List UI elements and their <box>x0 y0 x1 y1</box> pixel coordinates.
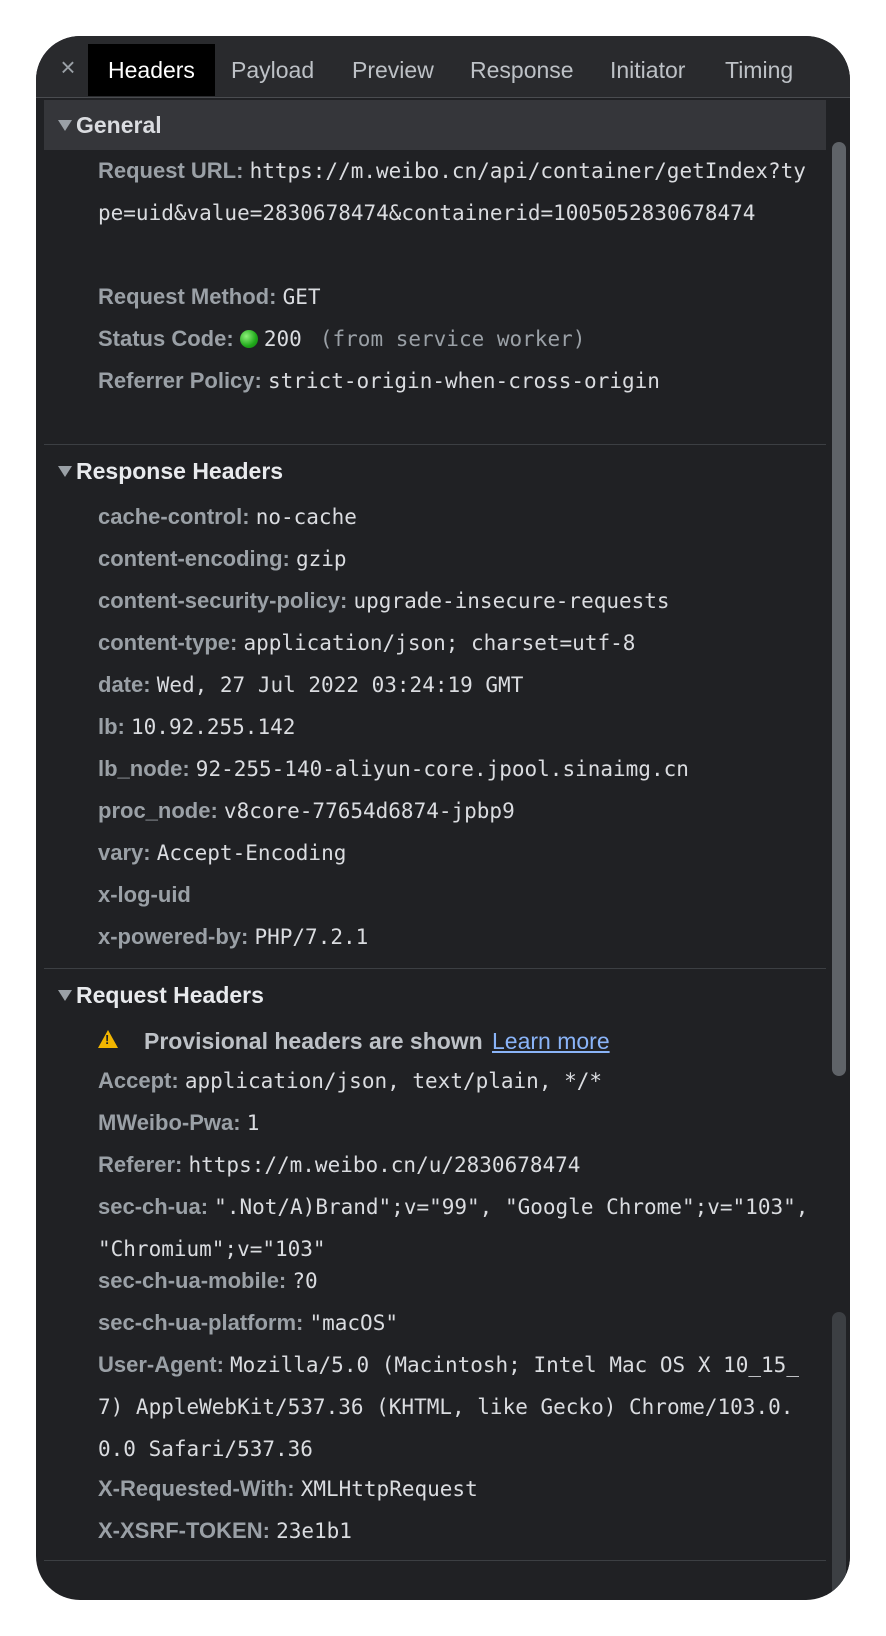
header-value: "macOS" <box>309 1311 398 1335</box>
section-response-headers-header[interactable]: Response Headers <box>44 446 826 496</box>
headers-content: General Request URL: https://m.weibo.cn/… <box>44 98 826 1600</box>
header-name: X-XSRF-TOKEN: <box>98 1518 270 1543</box>
header-name: Request URL: <box>98 158 244 183</box>
header-name: cache-control: <box>98 504 250 529</box>
tab-payload[interactable]: Payload <box>231 44 314 96</box>
header-name: sec-ch-ua-mobile: <box>98 1268 287 1293</box>
referrer-policy-row: Referrer Policy: strict-origin-when-cros… <box>98 360 818 402</box>
section-divider <box>44 968 826 969</box>
header-name: content-type: <box>98 630 238 655</box>
header-name: Status Code: <box>98 326 234 351</box>
collapse-triangle-icon <box>58 120 72 131</box>
tab-initiator[interactable]: Initiator <box>610 44 685 96</box>
status-code-row: Status Code: 200 (from service worker) <box>98 318 818 360</box>
response-header-row: content-security-policy: upgrade-insecur… <box>98 580 818 622</box>
header-value: XMLHttpRequest <box>300 1477 478 1501</box>
status-code-value: 200 <box>263 327 302 351</box>
header-value: https://m.weibo.cn/u/2830678474 <box>188 1153 581 1177</box>
header-value: 23e1b1 <box>276 1519 352 1543</box>
status-code-note: (from service worker) <box>319 327 586 351</box>
response-header-row: content-type: application/json; charset=… <box>98 622 818 664</box>
header-value: application/json, text/plain, */* <box>184 1069 603 1093</box>
section-title: Response Headers <box>76 458 284 484</box>
section-divider <box>44 1560 826 1561</box>
header-value: v8core-77654d6874-jpbp9 <box>223 799 515 823</box>
request-method-row: Request Method: GET <box>98 276 818 318</box>
close-icon[interactable]: × <box>54 50 82 84</box>
response-header-row: lb_node: 92-255-140-aliyun-core.jpool.si… <box>98 748 818 790</box>
response-header-row: date: Wed, 27 Jul 2022 03:24:19 GMT <box>98 664 818 706</box>
scrollbar-thumb-lower[interactable] <box>832 1312 846 1600</box>
request-header-row: sec-ch-ua: ".Not/A)Brand";v="99", "Googl… <box>98 1186 818 1270</box>
header-name: sec-ch-ua-platform: <box>98 1310 304 1335</box>
request-header-row: X-Requested-With: XMLHttpRequest <box>98 1468 818 1510</box>
header-value: PHP/7.2.1 <box>254 925 369 949</box>
response-header-row: vary: Accept-Encoding <box>98 832 818 874</box>
header-name: x-powered-by: <box>98 924 249 949</box>
header-value: gzip <box>296 547 347 571</box>
header-value: application/json; charset=utf-8 <box>243 631 636 655</box>
header-name: proc_node: <box>98 798 218 823</box>
header-name: content-security-policy: <box>98 588 348 613</box>
header-name: x-log-uid <box>98 882 191 907</box>
learn-more-link[interactable]: Learn more <box>492 1020 610 1062</box>
scrollbar-thumb[interactable] <box>832 142 846 1076</box>
request-header-row: X-XSRF-TOKEN: 23e1b1 <box>98 1510 818 1552</box>
header-value: GET <box>282 285 321 309</box>
header-name: Accept: <box>98 1068 179 1093</box>
response-header-row: proc_node: v8core-77654d6874-jpbp9 <box>98 790 818 832</box>
header-name: Referrer Policy: <box>98 368 262 393</box>
header-value: upgrade-insecure-requests <box>353 589 670 613</box>
section-divider <box>44 444 826 445</box>
response-header-row: x-log-uid <box>98 874 818 916</box>
header-value: 1 <box>246 1111 260 1135</box>
tab-preview[interactable]: Preview <box>352 44 434 96</box>
warning-text: Provisional headers are shown <box>144 1028 483 1054</box>
header-name: Referer: <box>98 1152 183 1177</box>
tab-headers[interactable]: Headers <box>88 44 215 96</box>
request-header-row: MWeibo-Pwa: 1 <box>98 1102 818 1144</box>
header-name: lb: <box>98 714 125 739</box>
provisional-warning: Provisional headers are shown Learn more <box>44 1020 826 1062</box>
request-header-row: Referer: https://m.weibo.cn/u/2830678474 <box>98 1144 818 1186</box>
request-url-row: Request URL: https://m.weibo.cn/api/cont… <box>98 150 818 234</box>
section-title: General <box>76 112 162 138</box>
response-header-row: content-encoding: gzip <box>98 538 818 580</box>
header-value: ?0 <box>292 1269 318 1293</box>
tab-bar: × Headers Payload Preview Response Initi… <box>36 36 850 98</box>
collapse-triangle-icon <box>58 466 72 477</box>
collapse-triangle-icon <box>58 990 72 1001</box>
header-name: content-encoding: <box>98 546 290 571</box>
response-header-row: cache-control: no-cache <box>98 496 818 538</box>
header-name: date: <box>98 672 151 697</box>
header-name: MWeibo-Pwa: <box>98 1110 241 1135</box>
header-value: no-cache <box>255 505 357 529</box>
header-name: Request Method: <box>98 284 277 309</box>
header-value: Accept-Encoding <box>156 841 347 865</box>
header-name: vary: <box>98 840 151 865</box>
header-value: 92-255-140-aliyun-core.jpool.sinaimg.cn <box>195 757 689 781</box>
section-general-header[interactable]: General <box>44 100 826 150</box>
section-request-headers-header[interactable]: Request Headers <box>44 970 826 1020</box>
header-value: 10.92.255.142 <box>131 715 296 739</box>
section-title: Request Headers <box>76 982 264 1008</box>
status-ok-icon <box>239 330 258 348</box>
tab-timing[interactable]: Timing <box>725 44 793 96</box>
response-header-row: lb: 10.92.255.142 <box>98 706 818 748</box>
header-name: User-Agent: <box>98 1352 224 1377</box>
response-header-row: x-powered-by: PHP/7.2.1 <box>98 916 818 958</box>
warning-icon <box>98 1030 118 1048</box>
devtools-network-headers-panel: × Headers Payload Preview Response Initi… <box>36 36 850 1600</box>
tab-response[interactable]: Response <box>470 44 574 96</box>
header-value: Wed, 27 Jul 2022 03:24:19 GMT <box>156 673 524 697</box>
request-header-row: User-Agent: Mozilla/5.0 (Macintosh; Inte… <box>98 1344 818 1470</box>
header-value: strict-origin-when-cross-origin <box>267 369 660 393</box>
header-name: sec-ch-ua: <box>98 1194 209 1219</box>
header-name: X-Requested-With: <box>98 1476 295 1501</box>
request-header-row: sec-ch-ua-mobile: ?0 <box>98 1260 818 1302</box>
header-name: lb_node: <box>98 756 190 781</box>
request-header-row: Accept: application/json, text/plain, */… <box>98 1060 818 1102</box>
request-header-row: sec-ch-ua-platform: "macOS" <box>98 1302 818 1344</box>
